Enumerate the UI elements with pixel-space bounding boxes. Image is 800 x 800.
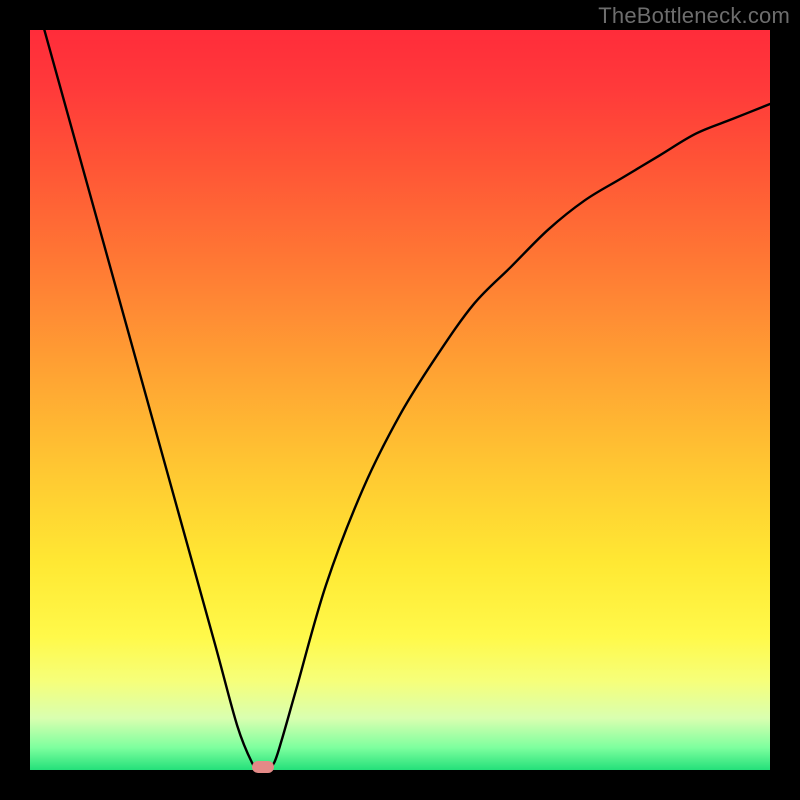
watermark-text: TheBottleneck.com xyxy=(598,3,790,29)
minimum-marker xyxy=(252,761,274,773)
bottleneck-curve xyxy=(30,30,770,770)
plot-area xyxy=(30,30,770,770)
chart-frame: TheBottleneck.com xyxy=(0,0,800,800)
